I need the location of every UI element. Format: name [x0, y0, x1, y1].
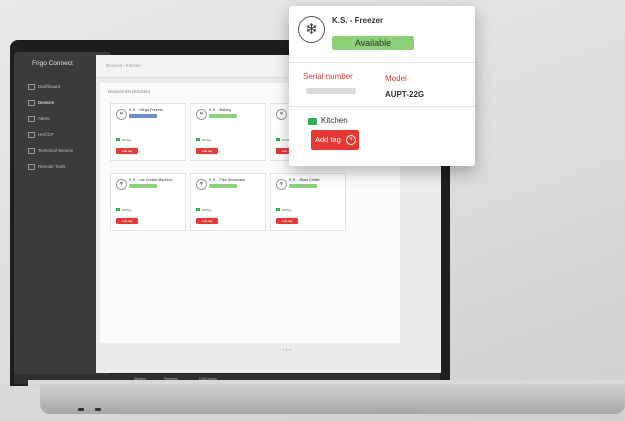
divider — [289, 106, 475, 107]
device-icon: ❄ — [196, 109, 207, 120]
sidebar-item-technical-service[interactable]: Technical Service — [28, 148, 73, 154]
alerts-icon — [28, 116, 35, 122]
serial-label: Serial number — [303, 72, 353, 81]
location: Kitchen — [196, 138, 212, 142]
add-tag-button[interactable]: Add tag — [116, 218, 138, 224]
usb-port-icon — [95, 408, 101, 411]
location: Kitchen — [116, 208, 132, 212]
add-tag-button[interactable]: Add tag — [196, 148, 218, 154]
location: Kitchen — [276, 208, 292, 212]
pagination[interactable]: < 1 > — [282, 347, 291, 352]
status-badge: Available — [332, 36, 414, 50]
location-icon — [116, 208, 120, 211]
add-tag-button[interactable]: Add tag — [196, 218, 218, 224]
model-value: AUPT-22G — [385, 90, 425, 99]
add-tag-button[interactable]: Add tag — [276, 218, 298, 224]
usb-port-icon — [78, 408, 84, 411]
snowflake-icon: ❄ — [298, 16, 325, 43]
device-detail-card: ❄ K.S. - Freezer Available Serial number… — [289, 6, 475, 166]
sidebar-item-label: Remote Tools — [38, 164, 66, 170]
laptop-scene: Frigo Connect Dashboard Devices Alerts H… — [0, 0, 625, 421]
add-tag-label: Add tag — [315, 135, 341, 144]
dashboard-icon — [28, 84, 35, 90]
device-card[interactable]: ❄ K.S. - Fish Showcase Kitchen Add tag — [190, 173, 266, 231]
sidebar-item-label: Devices — [38, 100, 55, 106]
location: Kitchen — [116, 138, 132, 142]
sidebar-item-label: Dashboard — [38, 84, 61, 90]
location-icon — [308, 118, 317, 125]
status-badge — [209, 184, 237, 188]
serial-value-redacted — [306, 88, 356, 94]
location-icon — [196, 138, 200, 141]
device-card[interactable]: ❄ K.S. - Blast Chiller Kitchen Add tag — [270, 173, 346, 231]
sidebar-item-label: HACCP — [38, 132, 54, 138]
device-name: K.S. - Blast Chiller — [289, 178, 320, 182]
sidebar-item-dashboard[interactable]: Dashboard — [28, 84, 60, 90]
device-name: K.S. - Ice Cream Machine — [129, 178, 173, 182]
breadcrumb[interactable]: Devices / Kitchen — [106, 63, 141, 68]
device-icon: ❄ — [116, 109, 127, 120]
device-name: K.S. - Mega Freezer — [129, 108, 164, 112]
location: Kitchen — [196, 208, 212, 212]
sidebar-item-remote-tools[interactable]: Remote Tools — [28, 164, 65, 170]
status-badge — [129, 114, 157, 118]
location-icon — [116, 138, 120, 141]
sidebar-item-alerts[interactable]: Alerts — [28, 116, 50, 122]
device-icon: ❄ — [276, 179, 287, 190]
location-icon — [196, 208, 200, 211]
model-label: Model — [385, 74, 407, 83]
plus-icon: + — [346, 135, 356, 145]
content-title: Devices list (Kitchen) — [108, 89, 151, 94]
sidebar-item-devices[interactable]: Devices — [28, 100, 54, 106]
devices-icon — [28, 100, 35, 106]
add-tag-button[interactable]: Add tag + — [311, 130, 359, 150]
device-name: K.S. - Fish Showcase — [209, 178, 246, 182]
wrench-icon — [28, 148, 35, 154]
status-badge — [209, 114, 237, 118]
device-icon: ❄ — [276, 109, 287, 120]
location-icon — [276, 138, 280, 141]
device-icon: ❄ — [116, 179, 127, 190]
device-name: K.S. - Bakery — [209, 108, 232, 112]
device-card[interactable]: ❄ K.S. - Mega Freezer Kitchen Add tag — [110, 103, 186, 161]
divider — [289, 62, 475, 63]
sidebar-item-label: Technical Service — [38, 148, 74, 154]
add-tag-button[interactable]: Add tag — [116, 148, 138, 154]
location-label: Kitchen — [321, 116, 348, 125]
location-icon — [276, 208, 280, 211]
status-badge — [289, 184, 317, 188]
device-icon: ❄ — [196, 179, 207, 190]
status-badge — [129, 184, 157, 188]
sidebar-item-label: Alerts — [38, 116, 50, 122]
device-card[interactable]: ❄ K.S. - Ice Cream Machine Kitchen Add t… — [110, 173, 186, 231]
sidebar-item-haccp[interactable]: HACCP — [28, 132, 54, 138]
app-logo: Frigo Connect — [32, 60, 73, 67]
haccp-icon — [28, 132, 35, 138]
remote-icon — [28, 164, 35, 170]
laptop-base — [40, 384, 625, 414]
device-card[interactable]: ❄ K.S. - Bakery Kitchen Add tag — [190, 103, 266, 161]
device-name: K.S. - Freezer — [332, 16, 384, 25]
